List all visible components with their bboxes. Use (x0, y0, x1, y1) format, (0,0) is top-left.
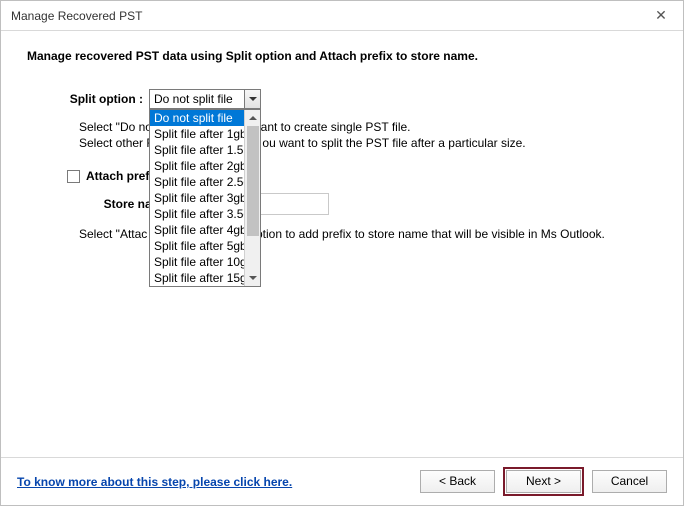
window-title: Manage Recovered PST (11, 9, 142, 23)
close-button[interactable]: ✕ (639, 1, 683, 31)
title-bar: Manage Recovered PST ✕ (1, 1, 683, 31)
split-option-value: Do not split file (154, 92, 233, 106)
store-name-row: Store name (27, 193, 657, 215)
split-option-dropdown: Do not split file Split file after 1gb S… (149, 109, 261, 287)
back-button[interactable]: < Back (420, 470, 495, 493)
scroll-down-icon[interactable] (245, 270, 260, 286)
dropdown-scrollbar[interactable] (244, 110, 260, 286)
instruction-text: Manage recovered PST data using Split op… (27, 49, 657, 63)
dialog-body: Manage recovered PST data using Split op… (1, 31, 683, 457)
dialog-window: Manage Recovered PST ✕ Manage recovered … (0, 0, 684, 506)
dialog-footer: To know more about this step, please cli… (1, 457, 683, 505)
attach-prefix-checkbox[interactable] (67, 170, 80, 183)
help-link[interactable]: To know more about this step, please cli… (17, 475, 292, 489)
split-option-label: Split option : (27, 92, 149, 106)
scroll-thumb[interactable] (247, 126, 259, 236)
dropdown-toggle-icon[interactable] (244, 90, 260, 108)
dropdown-list: Do not split file Split file after 1gb S… (150, 110, 260, 286)
next-button[interactable]: Next > (506, 470, 581, 493)
split-option-combo[interactable]: Do not split file Do not split file Spli… (149, 89, 261, 109)
cancel-button[interactable]: Cancel (592, 470, 667, 493)
split-option-combobox[interactable]: Do not split file (149, 89, 261, 109)
split-option-row: Split option : Do not split file Do not … (27, 89, 657, 109)
next-button-highlight: Next > (503, 467, 584, 496)
scroll-up-icon[interactable] (245, 110, 260, 126)
